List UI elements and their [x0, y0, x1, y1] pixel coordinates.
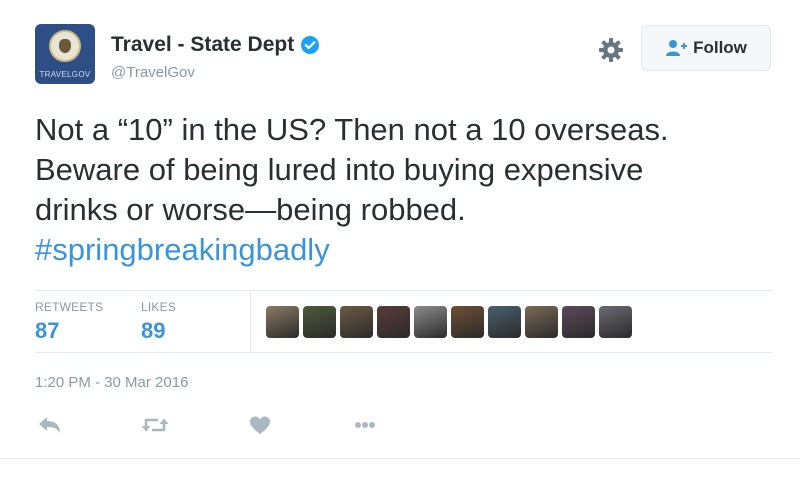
liker-avatar[interactable]: [414, 306, 447, 338]
retweets-stat[interactable]: RETWEETS 87: [35, 300, 103, 344]
stats-divider: [250, 292, 251, 352]
account-name[interactable]: Travel - State Dept: [111, 33, 320, 57]
account-handle[interactable]: @TravelGov: [111, 64, 195, 81]
retweet-icon[interactable]: [140, 412, 170, 438]
tweet-line: Beware of being lured into buying expens…: [35, 152, 644, 187]
hashtag-link[interactable]: #springbreakingbadly: [35, 230, 775, 270]
liker-avatar[interactable]: [340, 306, 373, 338]
liker-avatar[interactable]: [599, 306, 632, 338]
liker-avatar[interactable]: [266, 306, 299, 338]
liker-avatar[interactable]: [488, 306, 521, 338]
like-icon[interactable]: [245, 412, 275, 438]
liker-avatar[interactable]: [303, 306, 336, 338]
likes-count[interactable]: 89: [141, 318, 176, 344]
tweet-line: Not a “10” in the US? Then not a 10 over…: [35, 112, 669, 147]
timestamp[interactable]: 1:20 PM - 30 Mar 2016: [35, 374, 188, 391]
gear-icon[interactable]: [598, 37, 624, 63]
follow-label: Follow: [693, 38, 747, 57]
liker-avatar[interactable]: [525, 306, 558, 338]
liker-avatar[interactable]: [451, 306, 484, 338]
bottom-divider: [0, 458, 800, 459]
likes-label: LIKES: [141, 300, 177, 314]
verified-badge-icon: [301, 36, 320, 54]
account-name-text: Travel - State Dept: [111, 33, 295, 56]
state-dept-seal-icon: [49, 30, 81, 62]
avatar-tag: TRAVELGOV: [39, 70, 91, 79]
retweets-count[interactable]: 87: [35, 318, 103, 344]
liker-avatar[interactable]: [377, 306, 410, 338]
add-user-icon: [666, 40, 688, 56]
retweets-label: RETWEETS: [35, 300, 104, 314]
liker-avatars: [266, 306, 632, 338]
divider: [35, 290, 772, 291]
reply-icon[interactable]: [35, 412, 65, 438]
more-icon[interactable]: [350, 412, 380, 438]
tweet-line: drinks or worse—being robbed.: [35, 192, 466, 227]
divider: [35, 352, 772, 353]
profile-avatar[interactable]: TRAVELGOV: [35, 24, 95, 84]
liker-avatar[interactable]: [562, 306, 595, 338]
follow-button[interactable]: Follow: [641, 25, 771, 71]
likes-stat[interactable]: LIKES 89: [141, 300, 176, 344]
tweet-text: Not a “10” in the US? Then not a 10 over…: [35, 110, 775, 270]
